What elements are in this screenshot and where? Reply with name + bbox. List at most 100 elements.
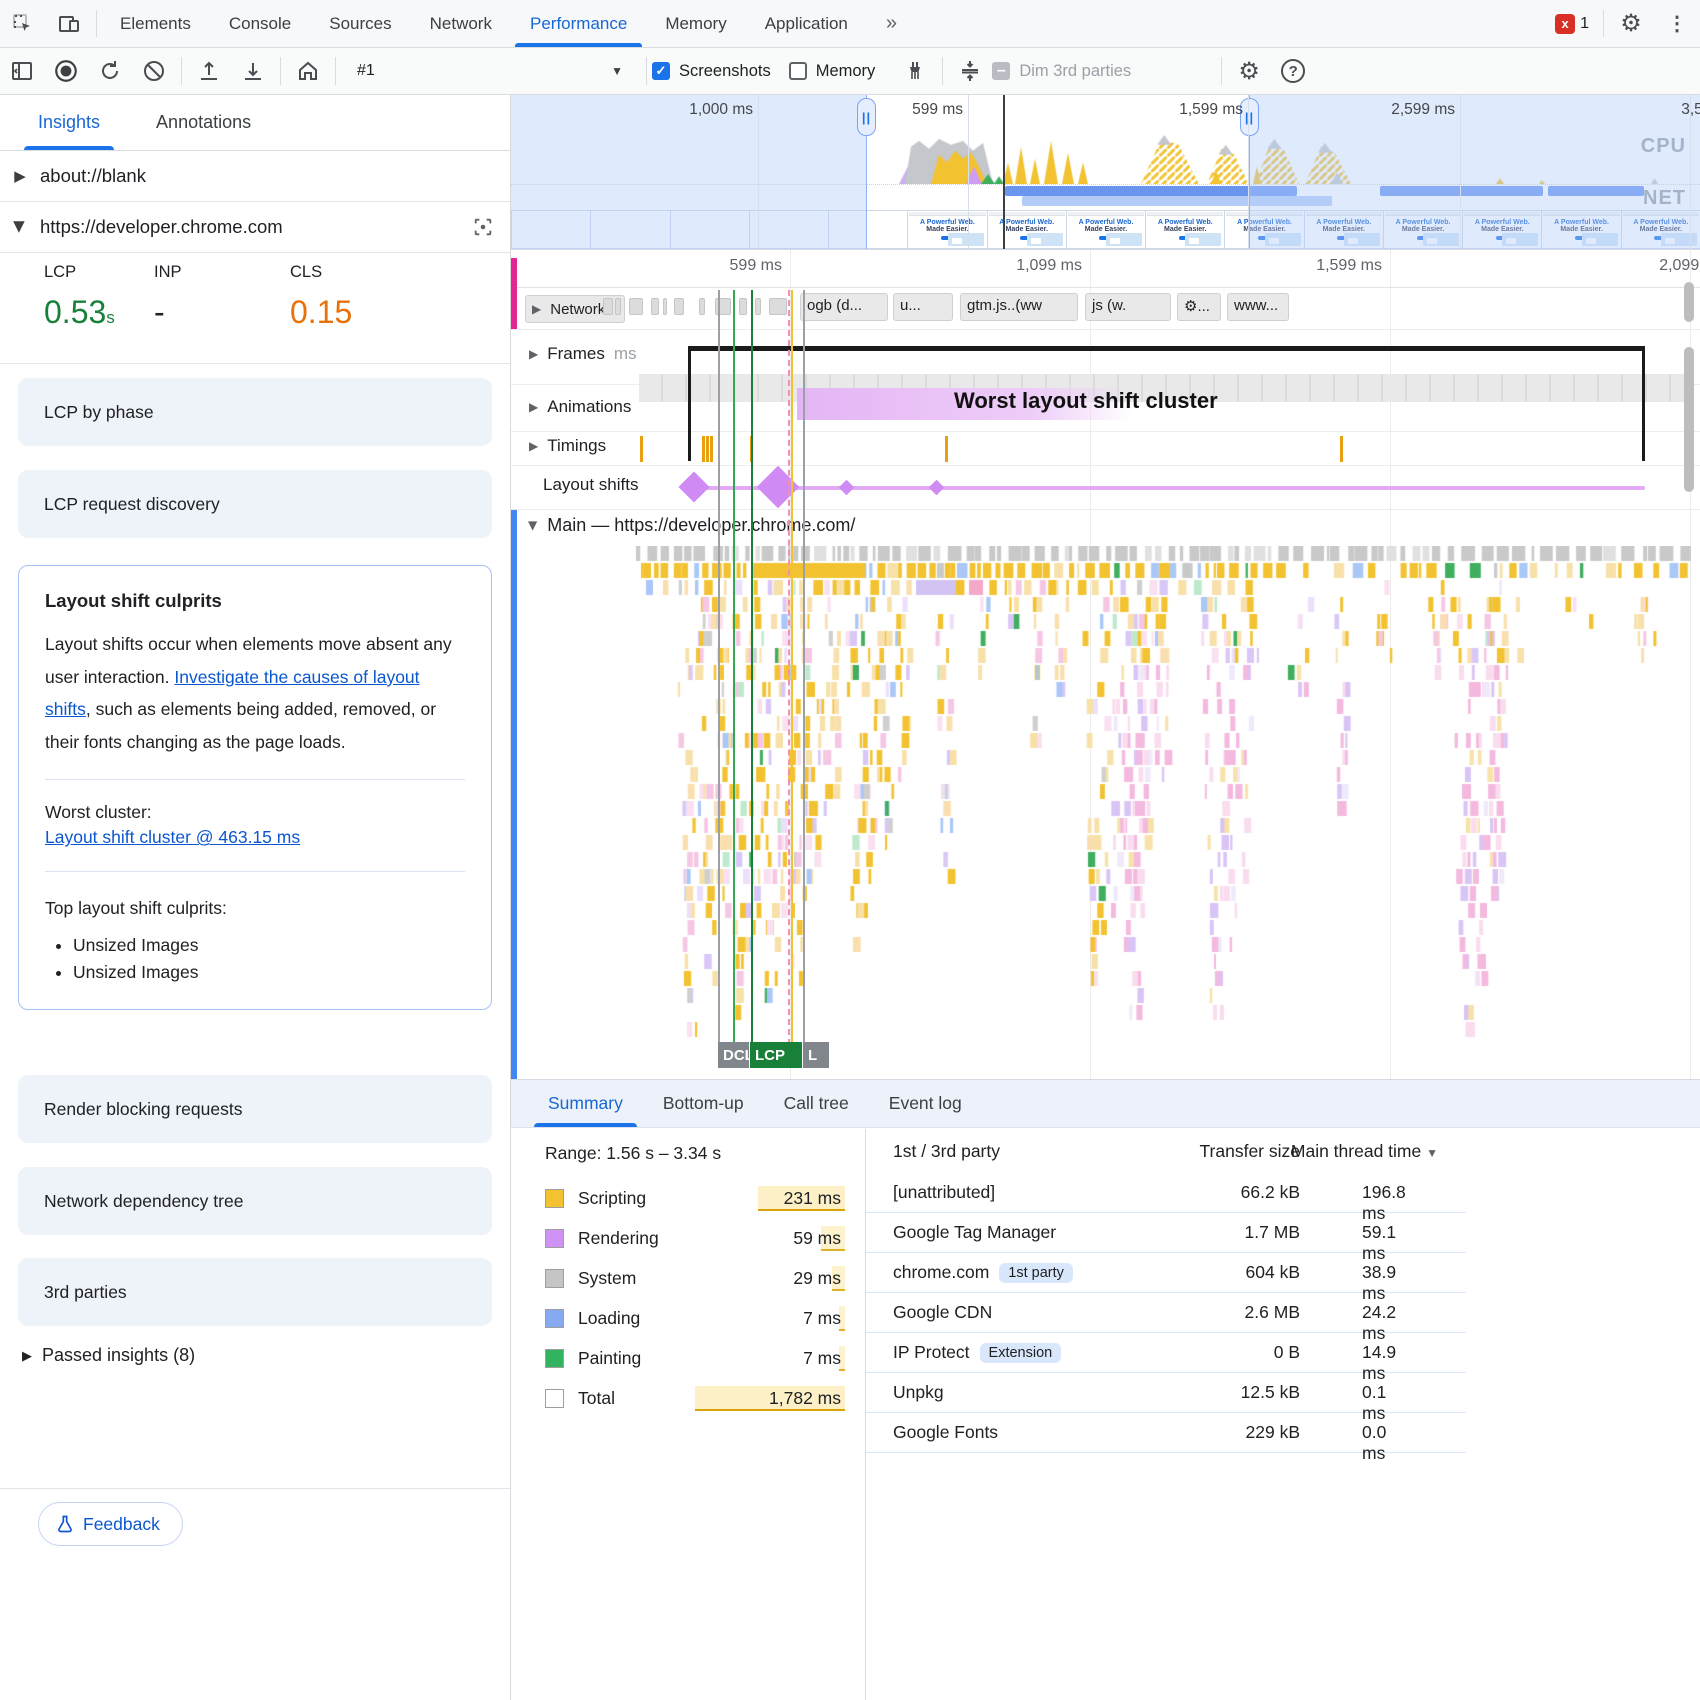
collapse-flame-icon[interactable] — [948, 51, 992, 91]
main-thread-track[interactable]: ▶ Main — https://developer.chrome.com/ — [511, 510, 1700, 546]
details-tab-call-tree[interactable]: Call tree — [764, 1080, 869, 1127]
details-tab-summary[interactable]: Summary — [528, 1080, 643, 1127]
network-request-chip[interactable]: www... — [1227, 293, 1289, 321]
column-header-transfer-size[interactable]: Transfer size — [1200, 1141, 1301, 1162]
table-row[interactable]: chrome.com1st party604 kB38.9 ms — [866, 1253, 1466, 1293]
layout-shift-diamond[interactable] — [838, 479, 854, 495]
network-track[interactable]: ▶ Network .. ogb (d...u...gtm.js..(wwjs … — [511, 288, 1700, 330]
divider — [646, 57, 647, 85]
network-request-segment[interactable] — [663, 298, 667, 315]
network-request-chip[interactable]: gtm.js..(ww — [960, 293, 1078, 321]
insight-card-lcp-by-phase[interactable]: LCP by phase — [18, 378, 492, 446]
cluster-bracket-right-tick — [1642, 346, 1645, 461]
network-request-segment[interactable] — [615, 298, 621, 315]
network-request-segment[interactable] — [769, 298, 787, 315]
network-request-chip[interactable]: js (w. — [1085, 293, 1171, 321]
main-thread-flame-chart[interactable] — [511, 546, 1700, 1042]
network-request-segment[interactable] — [674, 298, 684, 315]
sidebar-tab-insights[interactable]: Insights — [38, 95, 100, 150]
inspect-element-icon[interactable] — [0, 0, 46, 47]
memory-checkbox[interactable] — [789, 62, 807, 80]
network-request-segment[interactable] — [629, 298, 643, 315]
timings-track-label: ▶ Timings — [529, 436, 606, 456]
error-count-badge[interactable]: x 1 — [1545, 0, 1599, 47]
divider — [45, 779, 465, 780]
tab-network[interactable]: Network — [411, 0, 511, 47]
tab-console[interactable]: Console — [210, 0, 310, 47]
filmstrip-cell[interactable]: A Powerful Web.Made Easier. — [1066, 210, 1146, 249]
history-select[interactable]: #1 ▼ — [341, 62, 641, 80]
dim-3rd-parties-checkbox[interactable]: – — [992, 62, 1010, 80]
layout-shift-diamond[interactable] — [928, 479, 944, 495]
network-request-segment[interactable] — [699, 298, 705, 315]
reload-and-record-icon[interactable] — [88, 51, 132, 91]
top-culprits-label: Top layout shift culprits: — [45, 892, 465, 925]
tab-memory[interactable]: Memory — [646, 0, 745, 47]
insight-card-3rd-parties[interactable]: 3rd parties — [18, 1258, 492, 1326]
save-profile-icon[interactable] — [231, 51, 275, 91]
transfer-size-value: 1.7 MB — [1245, 1222, 1300, 1243]
network-request-chip[interactable]: ogb (d... — [800, 293, 888, 321]
legend-swatch — [545, 1269, 564, 1288]
divider — [1221, 57, 1222, 85]
scrollbar-thumb[interactable] — [1684, 282, 1694, 322]
table-row[interactable]: Google Fonts229 kB0.0 ms — [866, 1413, 1466, 1453]
layout-shifts-track[interactable]: Layout shifts — [511, 466, 1700, 510]
help-icon[interactable]: ? — [1271, 51, 1315, 91]
passed-insights-toggle[interactable]: ▶ Passed insights (8) — [22, 1345, 195, 1366]
record-icon[interactable] — [44, 51, 88, 91]
clear-icon[interactable] — [132, 51, 176, 91]
scrollbar-thumb[interactable] — [1684, 347, 1694, 492]
screenshots-checkbox[interactable]: ✓ — [652, 62, 670, 80]
insight-card-layout-shift-culprits[interactable]: Layout shift culprits Layout shifts occu… — [18, 565, 492, 1010]
insight-card-network-dependency-tree[interactable]: Network dependency tree — [18, 1167, 492, 1235]
table-row[interactable]: Unpkg12.5 kB0.1 ms — [866, 1373, 1466, 1413]
layout-shift-cluster-link[interactable]: Layout shift cluster @ 463.15 ms — [45, 827, 300, 847]
device-toolbar-icon[interactable] — [46, 0, 92, 47]
garbage-collect-icon[interactable] — [893, 51, 937, 91]
customize-menu-icon[interactable]: ⋮ — [1654, 0, 1700, 47]
filmstrip-cell[interactable]: A Powerful Web.Made Easier. — [987, 210, 1067, 249]
tab-elements[interactable]: Elements — [101, 0, 210, 47]
home-icon[interactable] — [286, 51, 330, 91]
table-row[interactable]: Google Tag Manager1.7 MB59.1 ms — [866, 1213, 1466, 1253]
network-request-segment[interactable] — [739, 298, 747, 315]
legend-swatch — [545, 1349, 564, 1368]
tab-application[interactable]: Application — [746, 0, 867, 47]
toggle-sidebar-icon[interactable] — [0, 51, 44, 91]
network-request-chip[interactable]: ⚙... — [1177, 293, 1221, 321]
scan-frame-icon[interactable] — [472, 216, 494, 238]
network-request-segment[interactable] — [755, 298, 761, 315]
tab-sources[interactable]: Sources — [310, 0, 410, 47]
legend-value: 231 ms — [780, 1186, 845, 1211]
layout-shift-diamond[interactable] — [678, 471, 709, 502]
page-screenshot-thumbnail: A Powerful Web.Made Easier. — [1068, 212, 1144, 247]
filmstrip-cell[interactable]: A Powerful Web.Made Easier. — [907, 210, 987, 249]
network-request-segment[interactable] — [603, 298, 613, 315]
table-row[interactable]: Google CDN2.6 MB24.2 ms — [866, 1293, 1466, 1333]
details-tab-bottom-up[interactable]: Bottom-up — [643, 1080, 764, 1127]
load-profile-icon[interactable] — [187, 51, 231, 91]
table-row[interactable]: IP ProtectExtension0 B14.9 ms — [866, 1333, 1466, 1373]
network-request-segment[interactable] — [651, 298, 659, 315]
marker-chip-l[interactable]: L — [803, 1042, 829, 1068]
sidebar-tab-annotations[interactable]: Annotations — [156, 95, 251, 150]
frame-row-about-blank[interactable]: ▶ about://blank — [0, 151, 510, 202]
insight-card-render-blocking[interactable]: Render blocking requests — [18, 1075, 492, 1143]
window-left-handle[interactable]: || — [857, 98, 876, 136]
tab-performance[interactable]: Performance — [511, 0, 646, 47]
column-header-party[interactable]: 1st / 3rd party — [893, 1141, 1000, 1162]
marker-chip-lcp[interactable]: LCP — [750, 1042, 802, 1068]
table-row[interactable]: [unattributed]66.2 kB196.8 ms — [866, 1173, 1466, 1213]
marker-chip-dcl[interactable]: DCL — [718, 1042, 749, 1068]
network-request-chip[interactable]: u... — [893, 293, 953, 321]
frame-row-developer-chrome[interactable]: ▶ https://developer.chrome.com — [0, 202, 510, 253]
feedback-button[interactable]: Feedback — [38, 1502, 183, 1546]
more-tabs-chevron[interactable]: » — [867, 0, 916, 47]
capture-settings-gear-icon[interactable]: ⚙ — [1227, 51, 1271, 91]
details-tab-event-log[interactable]: Event log — [869, 1080, 982, 1127]
filmstrip-cell[interactable]: A Powerful Web.Made Easier. — [1145, 210, 1225, 249]
settings-gear-icon[interactable]: ⚙ — [1608, 0, 1654, 47]
column-header-main-thread-time[interactable]: Main thread time ▼ — [1291, 1141, 1438, 1162]
insight-card-lcp-request-discovery[interactable]: LCP request discovery — [18, 470, 492, 538]
